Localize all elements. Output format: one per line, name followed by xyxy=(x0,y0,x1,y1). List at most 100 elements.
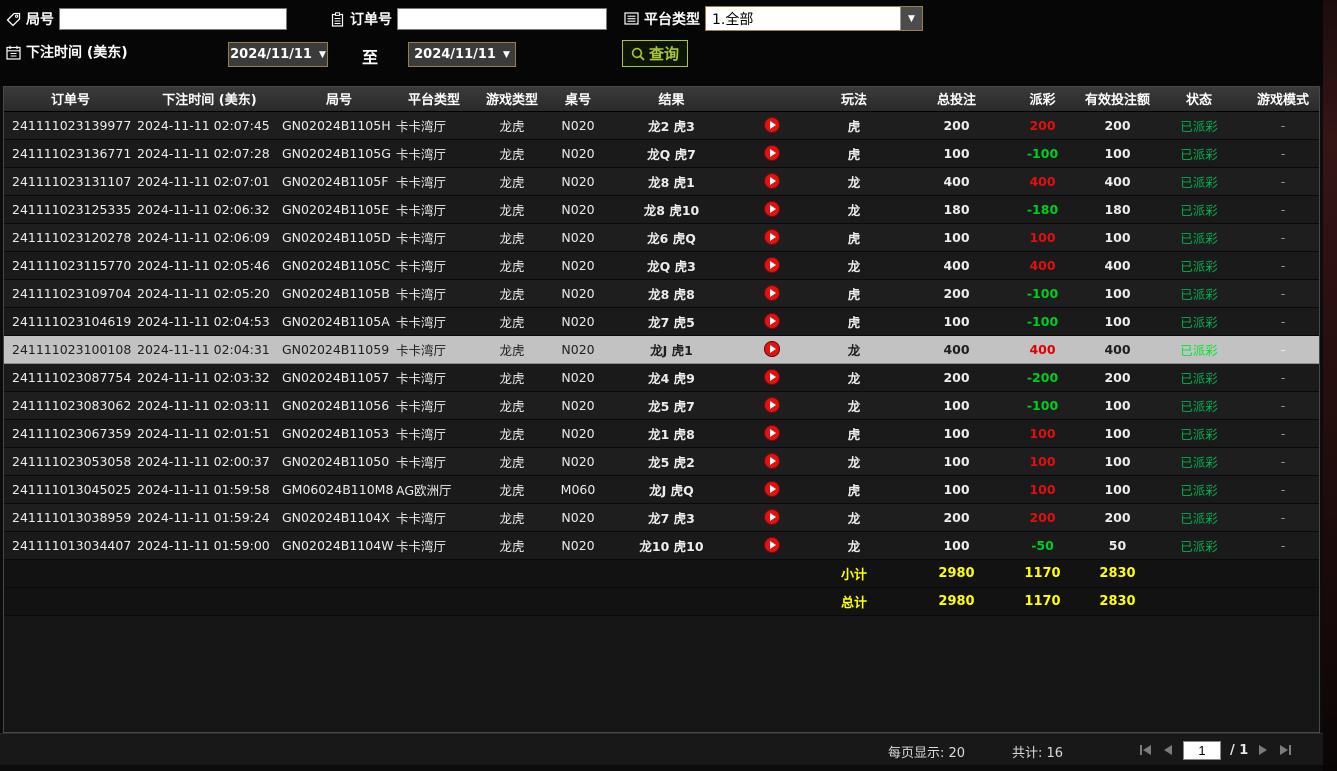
play-method: 虎 xyxy=(804,111,904,139)
platform-type: 卡卡湾厅 xyxy=(396,307,472,335)
date-to-picker[interactable]: 2024/11/11 ▼ xyxy=(408,42,516,67)
play-video-button[interactable] xyxy=(764,173,780,189)
result: 龙4 虎9 xyxy=(604,363,739,391)
table-body: 2411110231399772024-11-11 02:07:45GN0202… xyxy=(4,111,1320,559)
total-bet: 100 xyxy=(904,223,1009,251)
platform-type: 卡卡湾厅 xyxy=(396,251,472,279)
play-method: 龙 xyxy=(804,335,904,363)
play-video-button[interactable] xyxy=(764,453,780,469)
play-video-button[interactable] xyxy=(764,229,780,245)
grand-total-payout: 1170 xyxy=(1009,587,1076,615)
video-cell xyxy=(739,531,804,559)
order-no-input[interactable] xyxy=(397,8,607,30)
game-type: 龙虎 xyxy=(472,167,552,195)
play-video-button[interactable] xyxy=(764,397,780,413)
play-video-button[interactable] xyxy=(764,117,780,133)
table-no: N020 xyxy=(552,111,604,139)
table-row[interactable]: 2411110230530582024-11-11 02:00:37GN0202… xyxy=(4,447,1320,475)
play-video-button[interactable] xyxy=(764,145,780,161)
play-video-button[interactable] xyxy=(764,369,780,385)
play-video-button[interactable] xyxy=(764,425,780,441)
triangle-left-icon xyxy=(1143,745,1151,755)
play-icon xyxy=(770,317,776,325)
table-row[interactable]: 2411110231097042024-11-11 02:05:20GN0202… xyxy=(4,279,1320,307)
play-video-button[interactable] xyxy=(764,257,780,273)
page-number-input[interactable] xyxy=(1183,741,1221,760)
round-no: GN02024B1105E xyxy=(282,195,396,223)
first-page-button[interactable] xyxy=(1138,743,1153,757)
order-no: 241111023087754 xyxy=(4,363,137,391)
status: 已派彩 xyxy=(1159,447,1239,475)
last-page-button[interactable] xyxy=(1278,743,1293,757)
table-row[interactable]: 2411110231202782024-11-11 02:06:09GN0202… xyxy=(4,223,1320,251)
query-button[interactable]: 查询 xyxy=(622,40,688,67)
play-video-button[interactable] xyxy=(764,313,780,329)
table-no: N020 xyxy=(552,531,604,559)
total-bet: 100 xyxy=(904,419,1009,447)
table-row[interactable]: 2411110231399772024-11-11 02:07:45GN0202… xyxy=(4,111,1320,139)
round-no: GN02024B11053 xyxy=(282,419,396,447)
status: 已派彩 xyxy=(1159,391,1239,419)
subtotal-spacer-right xyxy=(1159,559,1320,587)
game-type: 龙虎 xyxy=(472,531,552,559)
order-no: 241111023100108 xyxy=(4,335,137,363)
play-method: 虎 xyxy=(804,279,904,307)
table-no: N020 xyxy=(552,335,604,363)
subtotal-payout: 1170 xyxy=(1009,559,1076,587)
table-row[interactable]: 2411110231253352024-11-11 02:06:32GN0202… xyxy=(4,195,1320,223)
play-method: 虎 xyxy=(804,139,904,167)
play-video-button[interactable] xyxy=(764,481,780,497)
table-row[interactable]: 2411110231157702024-11-11 02:05:46GN0202… xyxy=(4,251,1320,279)
play-method: 龙 xyxy=(804,503,904,531)
video-cell xyxy=(739,251,804,279)
table-row[interactable]: 2411110231367712024-11-11 02:07:28GN0202… xyxy=(4,139,1320,167)
valid-bet: 100 xyxy=(1076,447,1159,475)
app-window: 局号 订单号 平台类型 1.全部 ▼ 下注时间 (美东) xyxy=(0,0,1323,771)
table-row[interactable]: 2411110231001082024-11-11 02:04:31GN0202… xyxy=(4,335,1320,363)
valid-bet: 100 xyxy=(1076,139,1159,167)
play-icon xyxy=(770,541,776,549)
round-no: GN02024B1105B xyxy=(282,279,396,307)
order-no: 241111023139977 xyxy=(4,111,137,139)
valid-bet: 100 xyxy=(1076,391,1159,419)
game-mode: - xyxy=(1239,335,1320,363)
game-mode: - xyxy=(1239,503,1320,531)
round-no: GN02024B1105C xyxy=(282,251,396,279)
bet-time-field-group: 下注时间 (美东) xyxy=(6,42,128,62)
round-no-input[interactable] xyxy=(59,8,287,30)
subtotal-valid-bet: 2830 xyxy=(1076,559,1159,587)
status: 已派彩 xyxy=(1159,195,1239,223)
valid-bet: 400 xyxy=(1076,335,1159,363)
total-bet: 200 xyxy=(904,111,1009,139)
play-video-button[interactable] xyxy=(764,341,780,357)
table-row[interactable]: 2411110230877542024-11-11 02:03:32GN0202… xyxy=(4,363,1320,391)
grand-total-row: 总计 2980 1170 2830 xyxy=(4,587,1320,615)
table-row[interactable]: 2411110130450252024-11-11 01:59:58GM0602… xyxy=(4,475,1320,503)
platform-select[interactable]: 1.全部 ▼ xyxy=(705,6,923,31)
table-row[interactable]: 2411110231046192024-11-11 02:04:53GN0202… xyxy=(4,307,1320,335)
play-video-button[interactable] xyxy=(764,537,780,553)
table-row[interactable]: 2411110130389592024-11-11 01:59:24GN0202… xyxy=(4,503,1320,531)
order-no-label: 订单号 xyxy=(350,9,392,29)
per-page-label: 每页显示: 20 xyxy=(888,742,965,761)
play-video-button[interactable] xyxy=(764,509,780,525)
game-mode: - xyxy=(1239,363,1320,391)
table-row[interactable]: 2411110231311072024-11-11 02:07:01GN0202… xyxy=(4,167,1320,195)
table-row[interactable]: 2411110230830622024-11-11 02:03:11GN0202… xyxy=(4,391,1320,419)
grand-total-total-bet: 2980 xyxy=(904,587,1009,615)
grand-total-label: 总计 xyxy=(804,587,904,615)
table-row[interactable]: 2411110230673592024-11-11 02:01:51GN0202… xyxy=(4,419,1320,447)
order-no: 241111023131107 xyxy=(4,167,137,195)
table-row[interactable]: 2411110130344072024-11-11 01:59:00GN0202… xyxy=(4,531,1320,559)
play-video-button[interactable] xyxy=(764,201,780,217)
play-video-button[interactable] xyxy=(764,285,780,301)
next-page-button[interactable] xyxy=(1257,743,1269,757)
bet-time: 2024-11-11 02:05:46 xyxy=(137,251,282,279)
total-bet: 100 xyxy=(904,139,1009,167)
platform-type: 卡卡湾厅 xyxy=(396,139,472,167)
video-cell xyxy=(739,195,804,223)
prev-page-button[interactable] xyxy=(1162,743,1174,757)
valid-bet: 100 xyxy=(1076,419,1159,447)
date-from-picker[interactable]: 2024/11/11 ▼ xyxy=(228,42,328,67)
total-bet: 200 xyxy=(904,279,1009,307)
